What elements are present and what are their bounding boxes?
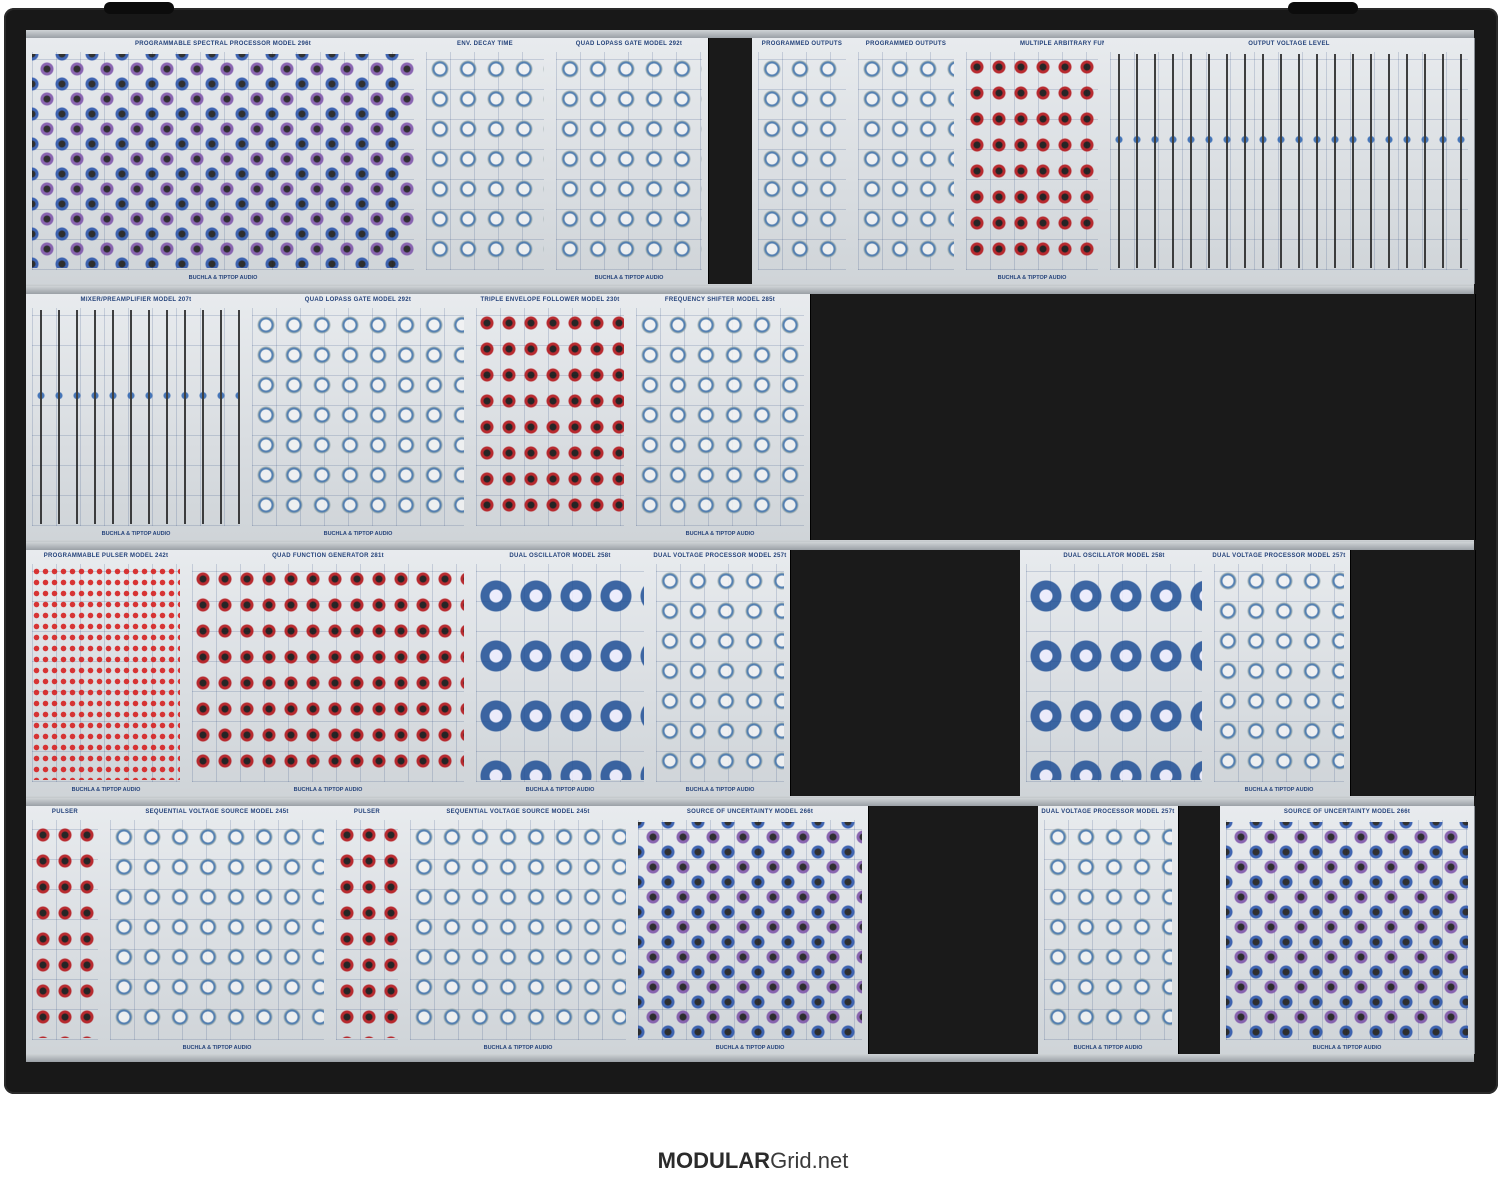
row-2-modules: MIXER/PREAMPLIFIER MODEL 207t BUCHLA & T… [26,294,1476,540]
blank-panel [708,38,754,284]
programmable-pulser-module[interactable]: PROGRAMMABLE PULSER MODEL 242t BUCHLA & … [26,550,187,796]
row-4: PULSER SEQUENTIAL VOLTAGE SOURCE MODEL 2… [26,798,1475,1062]
module-title: ENV. DECAY TIME [457,41,513,47]
module-title: PULSER [353,809,381,815]
logo-rest: Grid.net [770,1148,849,1173]
pulser-module-2[interactable]: PULSER [330,806,405,1054]
decay-comb-module[interactable]: ENV. DECAY TIME [420,38,551,284]
module-footer: BUCHLA & TIPTOP AUDIO [525,787,595,793]
triple-envelope-follower-module[interactable]: TRIPLE ENVELOPE FOLLOWER MODEL 230t [470,294,631,540]
dual-voltage-processor-module-3[interactable]: DUAL VOLTAGE PROCESSOR MODEL 257t BUCHLA… [1038,806,1179,1054]
pulser-module[interactable]: PULSER [26,806,105,1054]
module-footer: BUCHLA & TIPTOP AUDIO [1244,787,1314,793]
module-footer: BUCHLA & TIPTOP AUDIO [715,1045,785,1051]
module-footer: BUCHLA & TIPTOP AUDIO [182,1045,252,1051]
module-footer: BUCHLA & TIPTOP AUDIO [483,1045,553,1051]
module-footer: BUCHLA & TIPTOP AUDIO [594,275,664,281]
module-footer: BUCHLA & TIPTOP AUDIO [71,787,141,793]
source-of-uncertainty-module[interactable]: SOURCE OF UNCERTAINTY MODEL 266t BUCHLA … [632,806,869,1054]
rail [26,798,1474,806]
module-footer: BUCHLA & TIPTOP AUDIO [997,275,1067,281]
module-title: DUAL VOLTAGE PROCESSOR MODEL 257t [1041,809,1175,815]
sequential-voltage-source-module-2[interactable]: SEQUENTIAL VOLTAGE SOURCE MODEL 245t BUC… [404,806,633,1054]
quad-function-generator-module[interactable]: QUAD FUNCTION GENERATOR 281t BUCHLA & TI… [186,550,471,796]
module-title: SEQUENTIAL VOLTAGE SOURCE MODEL 245t [446,809,590,815]
module-title: DUAL OSCILLATOR MODEL 258t [509,553,611,559]
empty-space [1350,550,1476,796]
module-footer: BUCHLA & TIPTOP AUDIO [685,787,755,793]
module-footer: BUCHLA & TIPTOP AUDIO [1073,1045,1143,1051]
module-title: SOURCE OF UNCERTAINTY MODEL 266t [1283,809,1411,815]
dual-voltage-processor-module-2[interactable]: DUAL VOLTAGE PROCESSOR MODEL 257t BUCHLA… [1208,550,1351,796]
module-footer: BUCHLA & TIPTOP AUDIO [685,531,755,537]
row-3: PROGRAMMABLE PULSER MODEL 242t BUCHLA & … [26,542,1476,804]
dual-oscillator-module[interactable]: DUAL OSCILLATOR MODEL 258t BUCHLA & TIPT… [470,550,651,796]
module-title: PULSER [51,809,79,815]
programmed-outputs-a-module[interactable]: PROGRAMMED OUTPUTS [752,38,853,284]
module-title: SEQUENTIAL VOLTAGE SOURCE MODEL 245t [145,809,289,815]
rail [26,1054,1474,1062]
module-title: DUAL VOLTAGE PROCESSOR MODEL 257t [653,553,787,559]
arbitrary-function-generator-module[interactable]: MULTIPLE ARBITRARY FUNCTION GENERATOR MO… [960,38,1105,284]
module-title: PROGRAMMABLE PULSER MODEL 242t [43,553,169,559]
quad-lopass-gate-module[interactable]: QUAD LOPASS GATE MODEL 292t BUCHLA & TIP… [550,38,709,284]
frequency-shifter-module[interactable]: FREQUENCY SHIFTER MODEL 285t BUCHLA & TI… [630,294,811,540]
module-title: PROGRAMMABLE SPECTRAL PROCESSOR MODEL 29… [134,41,312,47]
empty-space [868,806,1040,1054]
case-handle-right [1288,2,1358,14]
row-1-modules: PROGRAMMABLE SPECTRAL PROCESSOR MODEL 29… [26,38,1475,284]
module-title: QUAD FUNCTION GENERATOR 281t [272,553,384,559]
module-footer: BUCHLA & TIPTOP AUDIO [188,275,258,281]
module-title: DUAL OSCILLATOR MODEL 258t [1063,553,1165,559]
rail [26,542,1474,550]
output-voltage-level-module[interactable]: OUTPUT VOLTAGE LEVEL [1104,38,1475,284]
source-of-uncertainty-module-2[interactable]: SOURCE OF UNCERTAINTY MODEL 266t BUCHLA … [1220,806,1475,1054]
logo-bold: MODULAR [657,1148,771,1173]
module-title: MULTIPLE ARBITRARY FUNCTION GENERATOR MO… [1020,41,1104,47]
dual-voltage-processor-module[interactable]: DUAL VOLTAGE PROCESSOR MODEL 257t BUCHLA… [650,550,791,796]
module-footer: BUCHLA & TIPTOP AUDIO [293,787,363,793]
rail [26,30,1474,38]
module-title: OUTPUT VOLTAGE LEVEL [1248,41,1330,47]
row-2: MIXER/PREAMPLIFIER MODEL 207t BUCHLA & T… [26,286,1476,548]
mixer-preamplifier-module[interactable]: MIXER/PREAMPLIFIER MODEL 207t BUCHLA & T… [26,294,247,540]
sequential-voltage-source-module[interactable]: SEQUENTIAL VOLTAGE SOURCE MODEL 245t BUC… [104,806,331,1054]
module-title: FREQUENCY SHIFTER MODEL 285t [664,297,776,303]
module-title: PROGRAMMED OUTPUTS [865,41,947,47]
module-title: MIXER/PREAMPLIFIER MODEL 207t [80,297,192,303]
row-4-modules: PULSER SEQUENTIAL VOLTAGE SOURCE MODEL 2… [26,806,1475,1054]
row-3-modules: PROGRAMMABLE PULSER MODEL 242t BUCHLA & … [26,550,1476,796]
module-title: SOURCE OF UNCERTAINTY MODEL 266t [686,809,814,815]
empty-space [810,294,1476,540]
module-footer: BUCHLA & TIPTOP AUDIO [323,531,393,537]
empty-space [1178,806,1222,1054]
module-title: DUAL VOLTAGE PROCESSOR MODEL 257t [1212,553,1346,559]
dual-oscillator-module-2[interactable]: DUAL OSCILLATOR MODEL 258t [1020,550,1209,796]
module-title: QUAD LOPASS GATE MODEL 292t [575,41,683,47]
empty-space [790,550,1022,796]
module-title: TRIPLE ENVELOPE FOLLOWER MODEL 230t [480,297,620,303]
modulargrid-logo: MODULARGrid.net [0,1148,1506,1174]
module-footer: BUCHLA & TIPTOP AUDIO [101,531,171,537]
module-title: QUAD LOPASS GATE MODEL 292t [304,297,412,303]
spectral-processor-module[interactable]: PROGRAMMABLE SPECTRAL PROCESSOR MODEL 29… [26,38,421,284]
module-footer: BUCHLA & TIPTOP AUDIO [1312,1045,1382,1051]
module-title: PROGRAMMED OUTPUTS [761,41,843,47]
quad-lopass-gate-module-2[interactable]: QUAD LOPASS GATE MODEL 292t BUCHLA & TIP… [246,294,471,540]
programmed-outputs-b-module[interactable]: PROGRAMMED OUTPUTS [852,38,961,284]
rail [26,286,1474,294]
case-handle-left [104,2,174,14]
row-1: PROGRAMMABLE SPECTRAL PROCESSOR MODEL 29… [26,30,1475,292]
